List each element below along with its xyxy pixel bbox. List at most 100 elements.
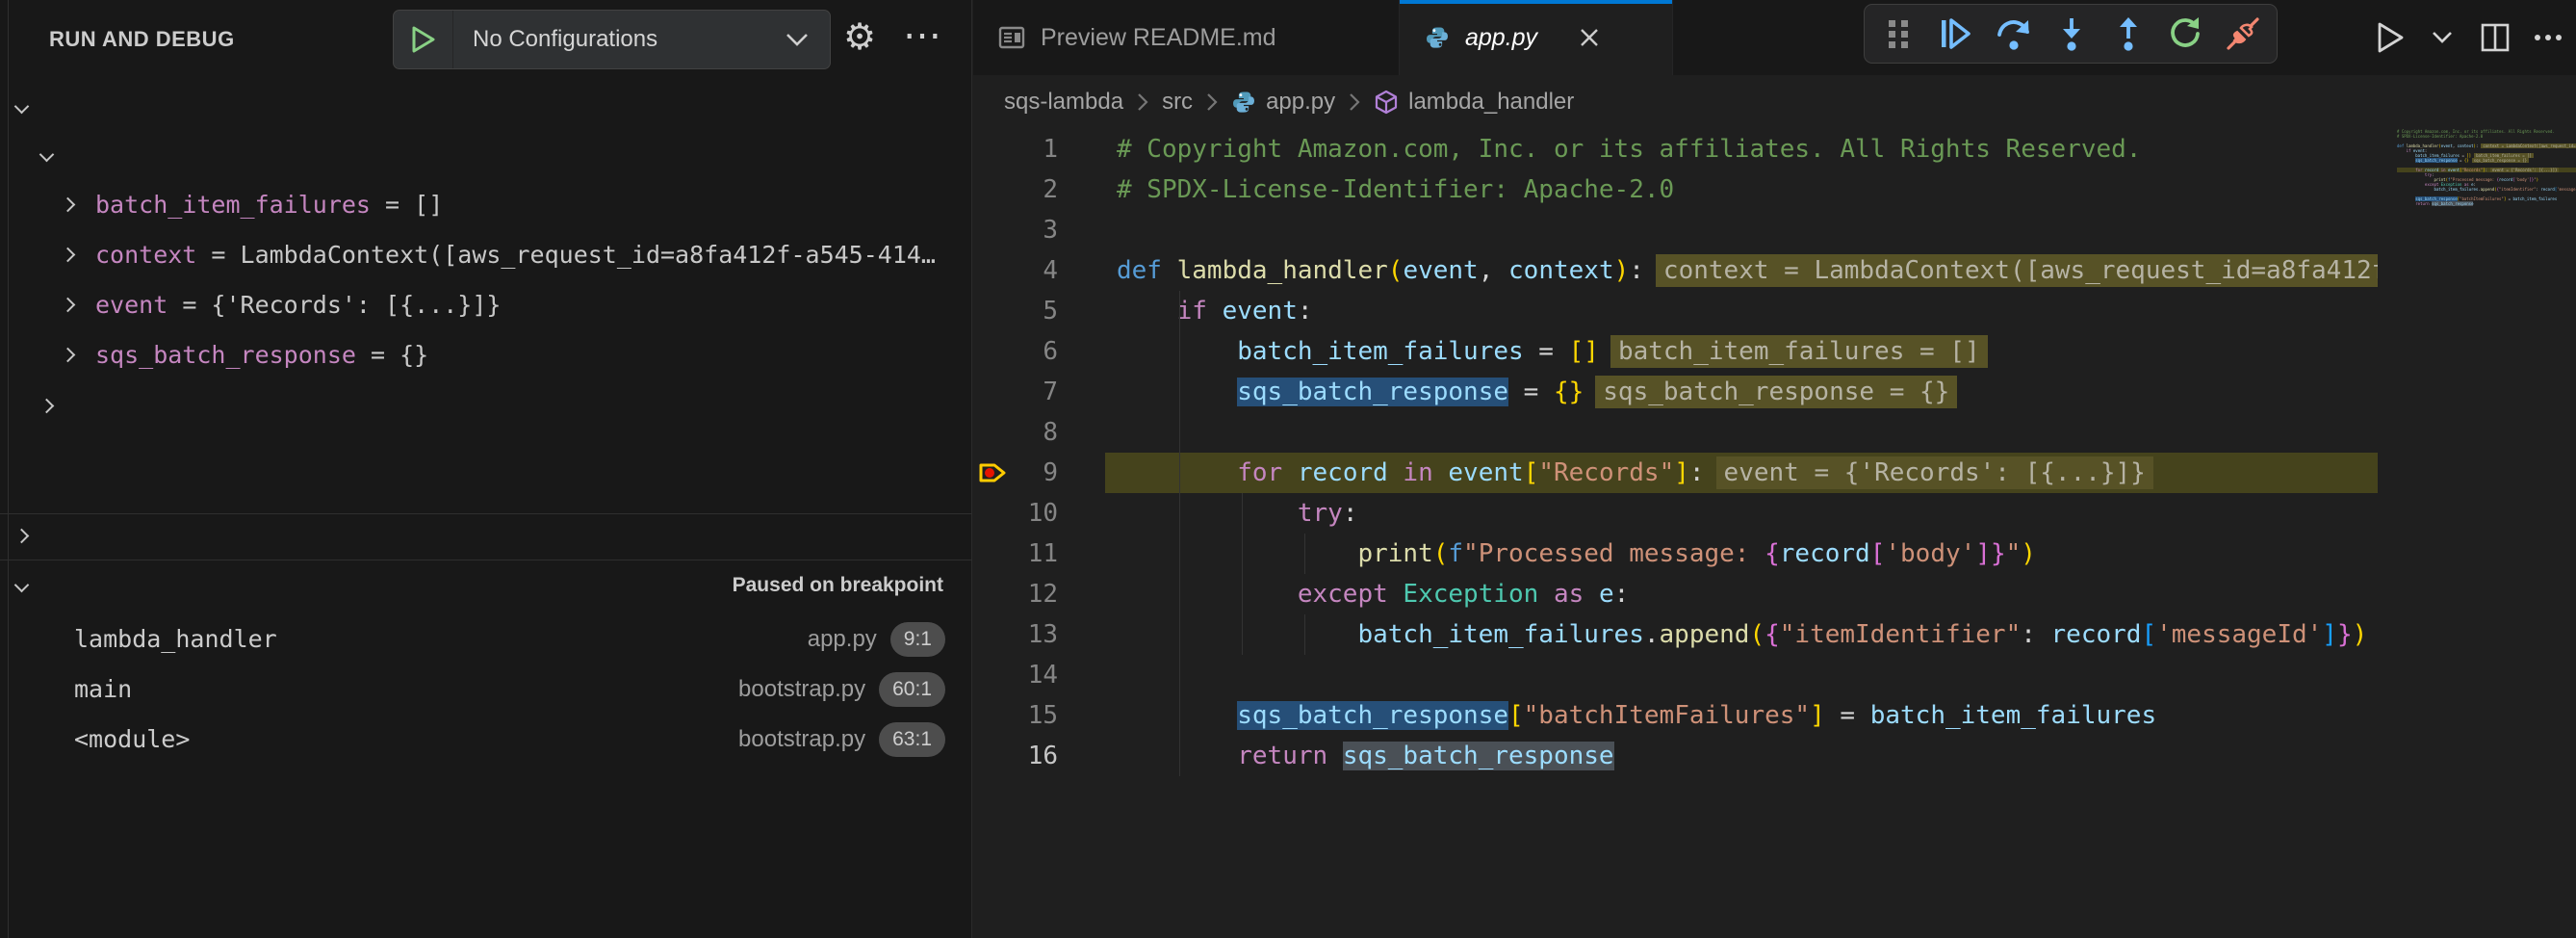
call-stack-section-header[interactable]: CALL STACK Paused on breakpoint	[0, 560, 972, 611]
code-line[interactable]: 7 sqs_batch_response = {}sqs_batch_respo…	[973, 372, 2576, 412]
code-token: (	[1388, 256, 1404, 285]
breakpoint-arrow-icon[interactable]	[977, 457, 1008, 493]
code-token: ]	[2322, 620, 2337, 649]
code-token: =	[1508, 378, 1554, 406]
breadcrumb-item-app-py[interactable]: app.py	[1231, 89, 1335, 116]
locals-tree-item[interactable]: Locals	[0, 131, 972, 179]
code-line[interactable]: 4def lambda_handler(event, context):cont…	[973, 250, 2576, 291]
code-line[interactable]: 15 sqs_batch_response["batchItemFailures…	[973, 695, 2576, 736]
line-number[interactable]: 10	[973, 493, 1058, 534]
call-stack-frame[interactable]: mainbootstrap.py60:1	[0, 664, 972, 715]
breadcrumb-item-src[interactable]: src	[1162, 89, 1193, 116]
gear-icon[interactable]: ⚙	[843, 8, 876, 67]
code-line[interactable]: 13 batch_item_failures.append({"itemIden…	[973, 614, 2576, 655]
step-into-button[interactable]	[2053, 13, 2090, 55]
code-token: in	[1388, 458, 1449, 487]
code-token: lambda_handler	[1177, 256, 1388, 285]
code-token: []	[1569, 337, 1599, 366]
step-out-button[interactable]	[2110, 13, 2147, 55]
line-number[interactable]: 8	[973, 412, 1058, 453]
code-line[interactable]: 12 except Exception as e:	[973, 574, 2576, 614]
disconnect-button[interactable]	[2225, 13, 2261, 55]
code-token	[1117, 742, 1237, 770]
code-line[interactable]: 16 return sqs_batch_response	[973, 736, 2576, 776]
continue-button[interactable]	[1937, 13, 1973, 55]
code-line[interactable]: 10 try:	[973, 493, 2576, 534]
line-number[interactable]: 15	[973, 695, 1058, 736]
variable-name: batch_item_failures	[95, 191, 371, 219]
code-line[interactable]: 3	[973, 210, 2576, 250]
code-token: "	[2006, 539, 2022, 568]
code-token	[1117, 297, 1177, 326]
breadcrumb-item-sqs-lambda[interactable]: sqs-lambda	[1004, 89, 1123, 116]
line-number[interactable]: 12	[973, 574, 1058, 614]
variables-section-header[interactable]: VARIABLES	[0, 83, 972, 131]
code-token: sqs_batch_response	[2432, 201, 2473, 206]
code-token: print	[1357, 539, 1432, 568]
restart-button[interactable]	[2167, 13, 2203, 55]
code-line[interactable]: 8	[973, 412, 2576, 453]
line-number[interactable]: 4	[973, 250, 1058, 291]
line-number[interactable]: 11	[973, 534, 1058, 574]
minimap[interactable]: # Copyright Amazon.com, Inc. or its affi…	[2397, 129, 2576, 938]
line-number[interactable]: 2	[973, 169, 1058, 210]
step-over-button[interactable]	[1995, 13, 2033, 55]
line-number[interactable]: 5	[973, 291, 1058, 331]
code-line[interactable]: 5 if event:	[973, 291, 2576, 331]
split-editor-button[interactable]	[2480, 10, 2511, 65]
code-token: record	[1780, 539, 1870, 568]
code-token: 'body'	[1885, 539, 1975, 568]
editor-group: Preview README.mdapp.py sqs-lambdasrcapp…	[973, 0, 2576, 938]
line-number[interactable]: 7	[973, 372, 1058, 412]
start-debug-icon[interactable]	[394, 11, 453, 68]
code-line-text: batch_item_failures = []batch_item_failu…	[1105, 331, 2378, 372]
vscode-window: RUN AND DEBUG No Configurations ⚙ ⋯ VARI…	[0, 0, 2576, 938]
step-into-icon	[2054, 15, 2089, 52]
code-line[interactable]: 2# SPDX-License-Identifier: Apache-2.0	[973, 169, 2576, 210]
line-number[interactable]: 14	[973, 655, 1058, 695]
tab-app-py[interactable]: app.py	[1400, 0, 1673, 75]
variable-row[interactable]: event = {'Records': [{...}]}	[0, 281, 972, 329]
code-line[interactable]: 14	[973, 655, 2576, 695]
call-stack-frame[interactable]: lambda_handlerapp.py9:1	[0, 614, 972, 664]
line-number[interactable]: 6	[973, 331, 1058, 372]
symbol-method-icon	[1374, 90, 1399, 115]
code-token: ]	[1975, 539, 1991, 568]
run-python-file-button[interactable]	[2376, 10, 2405, 65]
code-token: :	[1298, 297, 1313, 326]
indent-guide	[1304, 534, 1305, 574]
code-token: [	[1870, 539, 1886, 568]
variable-row[interactable]: context = LambdaContext([aws_request_id=…	[0, 231, 972, 279]
variable-row[interactable]: batch_item_failures = []	[0, 181, 972, 229]
variable-value: = {'Records': [{...}]}	[167, 291, 501, 319]
breadcrumb-item-lambda-handler[interactable]: lambda_handler	[1374, 89, 1574, 116]
code-line[interactable]: 6 batch_item_failures = []batch_item_fai…	[973, 331, 2576, 372]
chevron-right-icon	[61, 248, 76, 263]
line-number[interactable]: 16	[973, 736, 1058, 776]
run-options-button[interactable]	[2428, 10, 2457, 65]
inline-debug-value: context = LambdaContext([aws_request_id=…	[1656, 254, 2378, 287]
more-actions-button[interactable]	[2534, 10, 2563, 65]
line-number[interactable]: 1	[973, 129, 1058, 169]
code-token: batch_item_failures	[1237, 337, 1523, 366]
more-actions-icon[interactable]: ⋯	[903, 8, 941, 64]
code-line-text	[1105, 655, 2378, 695]
code-token	[1117, 499, 1298, 528]
variable-row[interactable]: sqs_batch_response = {}	[0, 331, 972, 379]
code-token: append	[1660, 620, 1750, 649]
code-token: 'messageId'	[2156, 620, 2322, 649]
globals-tree-item[interactable]: Globals	[0, 382, 972, 430]
code-line-text: batch_item_failures.append({"itemIdentif…	[1105, 614, 2378, 655]
debug-config-dropdown[interactable]: No Configurations	[393, 10, 831, 69]
code-editor[interactable]: 1 # Copyright Amazon.com, Inc. or its aff…	[973, 129, 2576, 938]
toolbar-gripper[interactable]	[1880, 13, 1917, 55]
watch-section-header[interactable]: WATCH	[0, 514, 972, 559]
code-line[interactable]: 1# Copyright Amazon.com, Inc. or its aff…	[973, 129, 2576, 169]
code-line[interactable]: 11 print(f"Processed message: {record['b…	[973, 534, 2576, 574]
close-icon[interactable]	[1578, 26, 1601, 49]
line-number[interactable]: 3	[973, 210, 1058, 250]
call-stack-frame[interactable]: <module>bootstrap.py63:1	[0, 715, 972, 765]
tab-preview-readme-md[interactable]: Preview README.md	[973, 0, 1400, 75]
code-line[interactable]: 9 for record in event["Records"]:event =…	[973, 453, 2576, 493]
line-number[interactable]: 13	[973, 614, 1058, 655]
